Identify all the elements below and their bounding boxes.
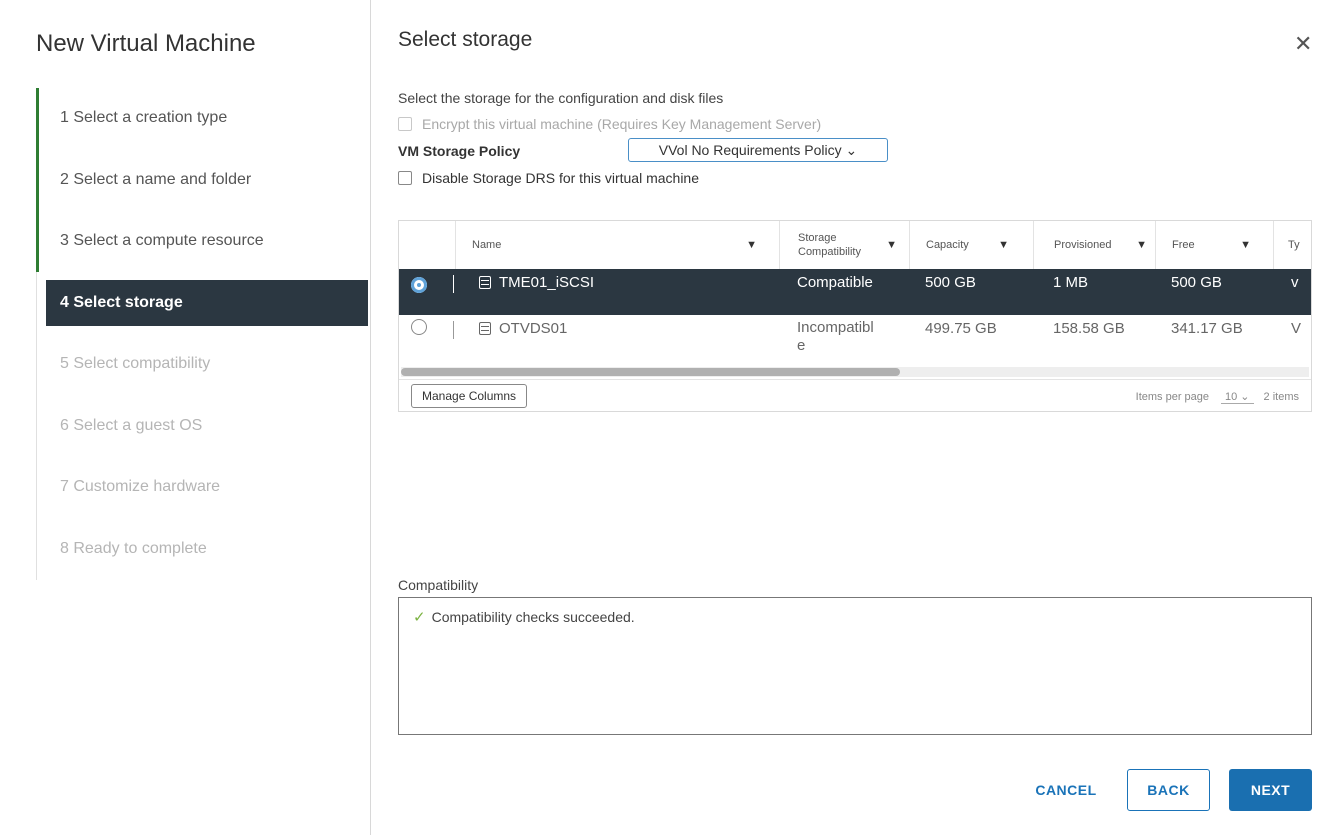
row-radio[interactable] (411, 277, 427, 293)
row-compatibility: Compatible (797, 273, 873, 291)
encrypt-option: Encrypt this virtual machine (Requires K… (398, 116, 821, 132)
step-compute-resource[interactable]: 3 Select a compute resource (46, 218, 368, 264)
row-capacity: 500 GB (925, 273, 976, 291)
datastore-icon (479, 321, 491, 335)
steps-divider (36, 272, 37, 580)
encrypt-checkbox (398, 117, 412, 131)
filter-icon[interactable]: ▼ (1240, 239, 1251, 251)
items-per-page-label: Items per page (1135, 391, 1210, 403)
row-radio[interactable] (411, 319, 427, 335)
filter-icon[interactable]: ▼ (886, 239, 897, 251)
back-button[interactable]: BACK (1127, 769, 1210, 811)
wizard-title: New Virtual Machine (36, 30, 256, 57)
total-items: 2 items (1263, 391, 1299, 403)
step-creation-type[interactable]: 1 Select a creation type (46, 95, 368, 141)
row-provisioned: 1 MB (1053, 273, 1089, 291)
row-type: v (1291, 273, 1299, 291)
compatibility-box: ✓ Compatibility checks succeeded. (398, 597, 1312, 735)
horizontal-scrollbar[interactable] (401, 367, 1309, 377)
datastore-table: Name ▼ Storage Compatibility ▼ Capacity ▼ P… (398, 220, 1312, 412)
encrypt-label: Encrypt this virtual machine (Requires K… (422, 116, 822, 132)
filter-icon[interactable]: ▼ (746, 239, 757, 251)
scrollbar-thumb[interactable] (401, 368, 900, 376)
filter-icon[interactable]: ▼ (1136, 239, 1147, 251)
column-provisioned[interactable]: Provisioned ▼ (1033, 221, 1155, 269)
row-type: V (1291, 319, 1302, 337)
row-capacity: 499.75 GB (925, 319, 997, 337)
step-name-folder[interactable]: 2 Select a name and folder (46, 157, 368, 203)
row-free: 341.17 GB (1171, 319, 1243, 337)
compatibility-label: Compatibility (398, 577, 479, 593)
step-ready-complete: 8 Ready to complete (60, 540, 207, 557)
row-separator (453, 321, 454, 339)
table-row[interactable]: OTVDS01 Incompatible 499.75 GB 158.58 GB… (399, 317, 1311, 363)
close-icon[interactable]: ✕ (1294, 33, 1312, 55)
disable-drs-label[interactable]: Disable Storage DRS for this virtual mac… (422, 170, 699, 186)
datastore-icon (479, 275, 491, 289)
step-compatibility: 5 Select compatibility (60, 355, 211, 372)
cancel-button[interactable]: CANCEL (1026, 769, 1106, 811)
items-per-page-select[interactable]: 10 ⌄ (1221, 390, 1254, 404)
storage-description: Select the storage for the configuration… (398, 90, 724, 106)
disable-drs-checkbox[interactable] (398, 171, 412, 185)
check-icon: ✓ (413, 609, 426, 626)
datastore-name: OTVDS01 (479, 305, 567, 351)
next-button[interactable]: NEXT (1229, 769, 1312, 811)
progress-line (36, 88, 39, 272)
step-select-storage[interactable]: 4 Select storage (46, 280, 368, 326)
compatibility-message: ✓ Compatibility checks succeeded. (413, 609, 635, 626)
filter-icon[interactable]: ▼ (998, 239, 1009, 251)
row-provisioned: 158.58 GB (1053, 319, 1125, 337)
row-compatibility: Incompatible (797, 319, 874, 354)
disable-drs-option[interactable]: Disable Storage DRS for this virtual mac… (398, 170, 699, 186)
policy-label: VM Storage Policy (398, 143, 521, 159)
panel-title: Select storage (398, 28, 533, 51)
storage-policy-dropdown[interactable]: VVol No Requirements Policy ⌄ (628, 138, 888, 162)
row-separator (453, 275, 454, 293)
pagination: Items per page 10 ⌄ 2 items (1136, 390, 1299, 404)
wizard-sidebar: New Virtual Machine 1 Select a creation … (0, 0, 371, 835)
step-guest-os: 6 Select a guest OS (60, 417, 203, 434)
step-customize-hardware: 7 Customize hardware (60, 478, 221, 495)
row-free: 500 GB (1171, 273, 1222, 291)
manage-columns-button[interactable]: Manage Columns (411, 384, 528, 408)
table-footer: Manage Columns Items per page 10 ⌄ 2 ite… (399, 379, 1311, 411)
datastore-name: TME01_iSCSI (479, 259, 594, 305)
